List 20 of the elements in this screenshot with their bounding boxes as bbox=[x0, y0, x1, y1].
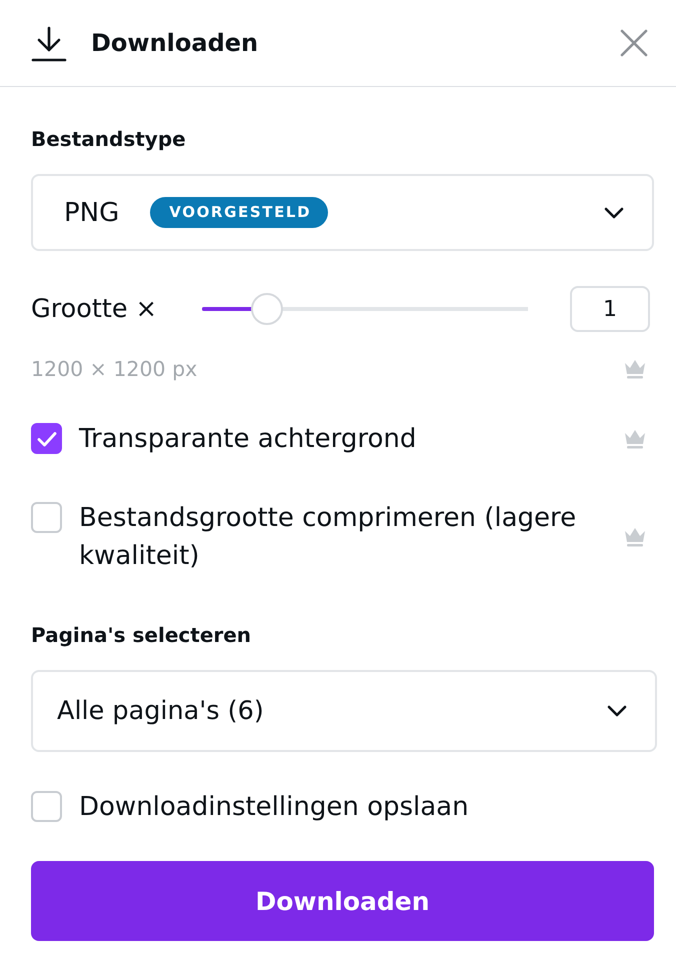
download-icon bbox=[31, 26, 67, 62]
section-label: Pagina's selecteren bbox=[31, 622, 252, 649]
pages-dropdown[interactable]: Alle pagina's (6) bbox=[31, 670, 657, 752]
suggested-badge: VOORGESTELD bbox=[150, 197, 328, 228]
checkbox-label: Bestandsgrootte comprimeren (lagere kwaliteit) bbox=[79, 502, 578, 573]
checkbox-label: Transparante achtergrond bbox=[79, 423, 416, 456]
size-label: Grootte × bbox=[31, 294, 158, 324]
size-input-field[interactable]: 1 bbox=[570, 286, 650, 332]
slider-thumb[interactable] bbox=[251, 293, 284, 325]
checkbox[interactable] bbox=[31, 423, 62, 454]
file-type-dropdown[interactable]: PNG VOORGESTELD bbox=[31, 174, 654, 251]
download-button[interactable]: Downloaden bbox=[31, 861, 654, 941]
checkmark-icon bbox=[36, 430, 56, 446]
checkbox-label: Downloadinstellingen opslaan bbox=[79, 791, 469, 824]
panel-title: Downloaden bbox=[91, 29, 258, 57]
chevron-down-icon bbox=[607, 705, 627, 717]
dimensions-text: 1200 × 1200 px bbox=[31, 356, 198, 383]
section-label: Bestandstype bbox=[31, 126, 186, 153]
chevron-down-icon bbox=[604, 206, 624, 218]
close-icon[interactable] bbox=[620, 29, 648, 57]
